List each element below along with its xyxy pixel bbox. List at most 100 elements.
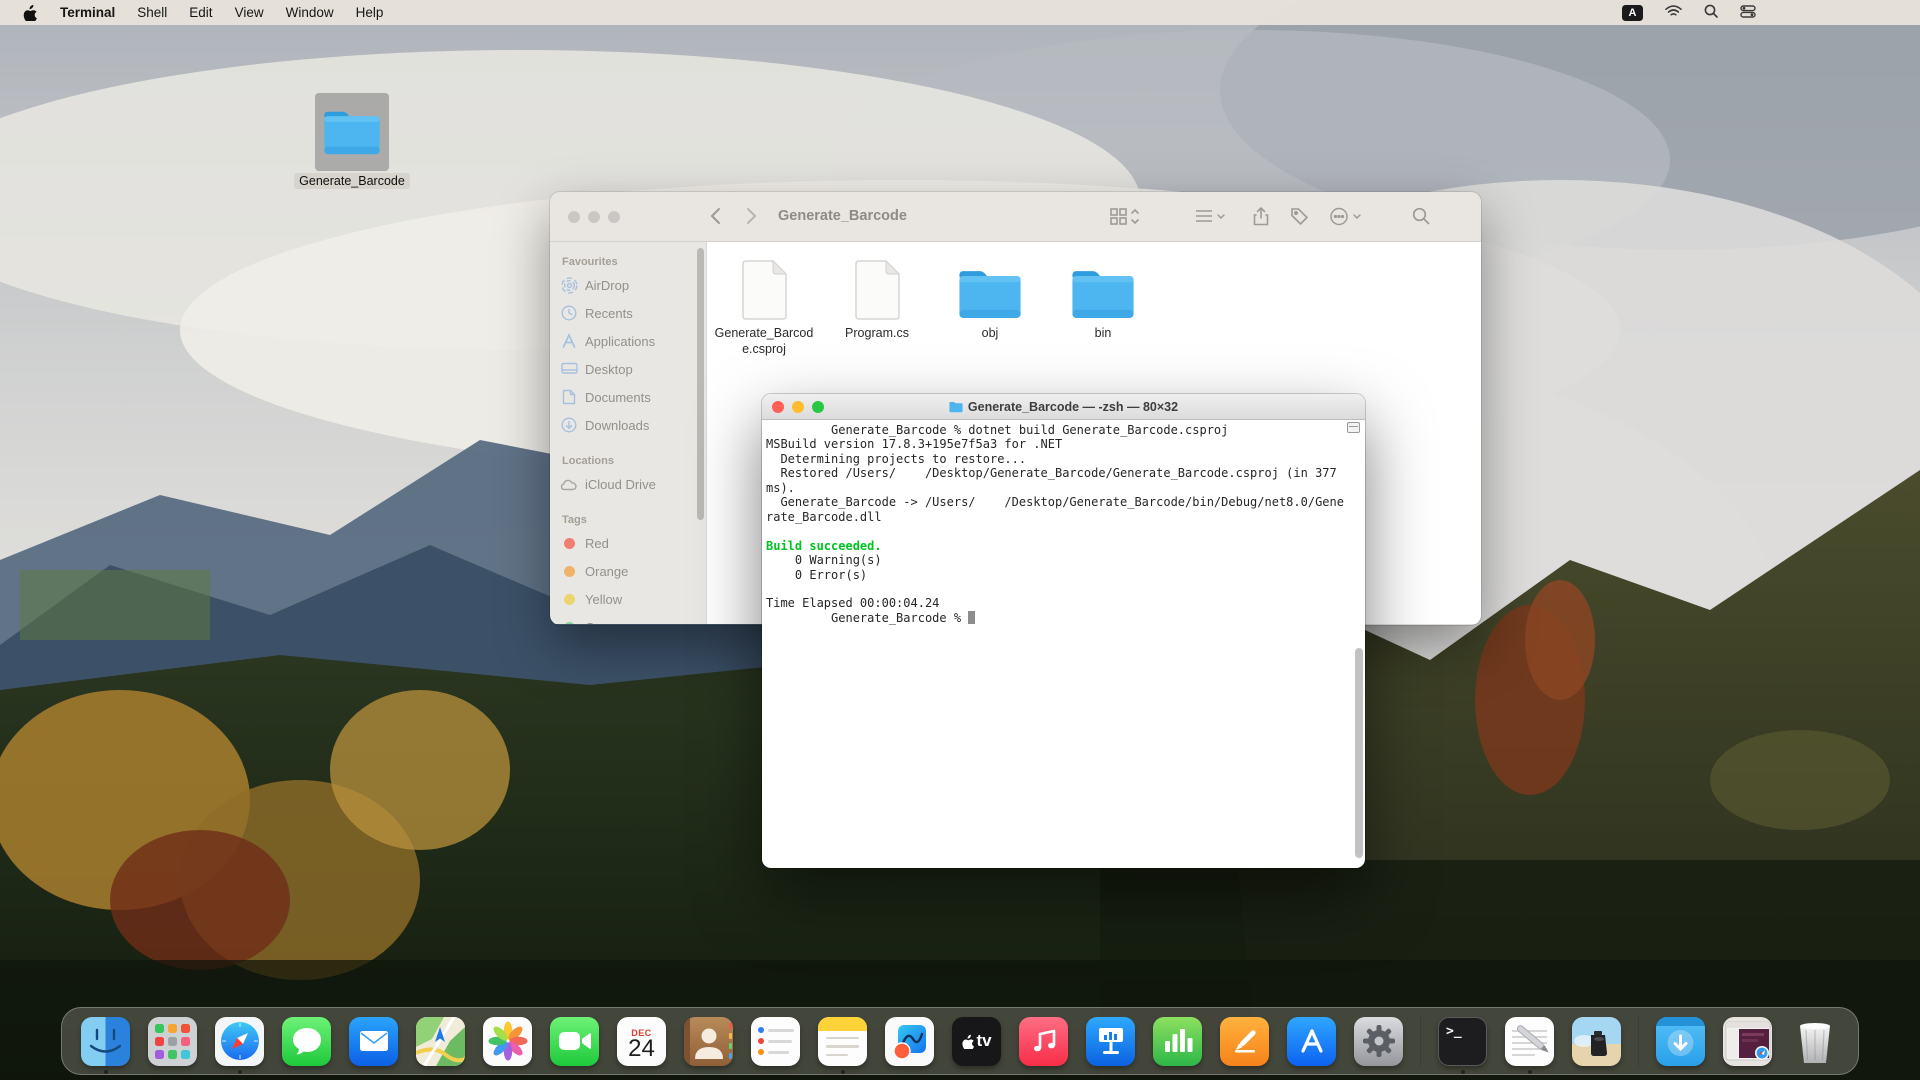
- minimize-button[interactable]: [588, 211, 600, 223]
- dock-keynote[interactable]: [1086, 1017, 1135, 1066]
- sidebar-item-tag-red[interactable]: Red: [560, 529, 706, 557]
- dock-maps[interactable]: [416, 1017, 465, 1066]
- dock-system-settings[interactable]: [1354, 1017, 1403, 1066]
- dock-trash[interactable]: [1790, 1017, 1839, 1066]
- dock-terminal[interactable]: >_: [1438, 1017, 1487, 1066]
- sidebar-heading-tags: Tags: [562, 514, 706, 526]
- terminal-content[interactable]: Generate_Barcode % dotnet build Generate…: [762, 420, 1365, 868]
- dock-downloads[interactable]: [1656, 1017, 1705, 1066]
- dock-notes[interactable]: [818, 1017, 867, 1066]
- icloud-icon: [560, 478, 578, 491]
- menu-shell[interactable]: Shell: [137, 5, 167, 20]
- share-icon[interactable]: [1253, 207, 1269, 231]
- menu-window[interactable]: Window: [286, 5, 334, 20]
- document-icon: [560, 389, 578, 405]
- airdrop-icon: [560, 277, 578, 294]
- tag-orange-dot: [564, 566, 575, 577]
- dock-music[interactable]: [1019, 1017, 1068, 1066]
- sidebar-item-recents[interactable]: Recents: [560, 299, 706, 327]
- dock-textedit[interactable]: [1505, 1017, 1554, 1066]
- dock-reminders[interactable]: [751, 1017, 800, 1066]
- sidebar-item-tag-yellow[interactable]: Yellow: [560, 585, 706, 613]
- menu-edit[interactable]: Edit: [189, 5, 212, 20]
- folder-file-icon: [1070, 254, 1136, 320]
- tag-icon[interactable]: [1290, 207, 1309, 231]
- sidebar-item-documents[interactable]: Documents: [560, 383, 706, 411]
- dock-app-store[interactable]: [1287, 1017, 1336, 1066]
- terminal-line: Generate_Barcode -> /Users/ /Desktop/Gen…: [766, 495, 1355, 509]
- terminal-titlebar[interactable]: Generate_Barcode — -zsh — 80×32: [762, 394, 1365, 420]
- more-actions-icon[interactable]: [1330, 207, 1364, 231]
- sidebar-scrollbar[interactable]: [697, 248, 704, 520]
- dock-contacts[interactable]: [684, 1017, 733, 1066]
- minimize-button[interactable]: [792, 401, 804, 413]
- file-generate-barcode-csproj[interactable]: Generate_Barcode.csproj: [711, 254, 817, 357]
- control-center-icon[interactable]: [1740, 5, 1756, 21]
- menu-help[interactable]: Help: [356, 5, 384, 20]
- terminal-line: Time Elapsed 00:00:04.24: [766, 596, 1355, 610]
- desktop-icon-label: Generate_Barcode: [294, 173, 410, 189]
- dock-divider: [1638, 1016, 1639, 1066]
- document-file-icon: [854, 254, 901, 320]
- sidebar-item-applications[interactable]: Applications: [560, 327, 706, 355]
- launchpad-grid-icon: [155, 1024, 190, 1059]
- terminal-line: [766, 582, 1355, 596]
- sidebar-item-airdrop[interactable]: AirDrop: [560, 271, 706, 299]
- dock-facetime[interactable]: [550, 1017, 599, 1066]
- view-grid-icon[interactable]: [1110, 208, 1140, 230]
- split-pane-button[interactable]: [1347, 422, 1360, 433]
- dock-photos[interactable]: [483, 1017, 532, 1066]
- file-program-cs[interactable]: Program.cs: [824, 254, 930, 342]
- dock-finder[interactable]: [81, 1017, 130, 1066]
- dock-launchpad[interactable]: [148, 1017, 197, 1066]
- close-button[interactable]: [772, 401, 784, 413]
- dock-safari[interactable]: [215, 1017, 264, 1066]
- dock-preview[interactable]: [1572, 1017, 1621, 1066]
- dock-mail[interactable]: [349, 1017, 398, 1066]
- folder-obj[interactable]: obj: [937, 254, 1043, 342]
- dock-minimized-window[interactable]: [1723, 1017, 1772, 1066]
- sidebar-item-icloud-drive[interactable]: iCloud Drive: [560, 470, 706, 498]
- sidebar-item-desktop[interactable]: Desktop: [560, 355, 706, 383]
- desktop-icon-generate-barcode[interactable]: Generate_Barcode: [294, 93, 410, 190]
- close-button[interactable]: [568, 211, 580, 223]
- finder-toolbar: Generate_Barcode: [550, 192, 1481, 242]
- finder-face-icon: [81, 1017, 130, 1066]
- folder-bin[interactable]: bin: [1050, 254, 1156, 342]
- dock-numbers[interactable]: [1153, 1017, 1202, 1066]
- terminal-line: ms).: [766, 481, 1355, 495]
- terminal-prompt-glyph: >_: [1446, 1024, 1462, 1039]
- forward-icon[interactable]: [746, 207, 757, 230]
- search-icon[interactable]: [1412, 207, 1430, 230]
- menu-view[interactable]: View: [235, 5, 264, 20]
- sidebar-item-tag-orange[interactable]: Orange: [560, 557, 706, 585]
- terminal-line: 0 Error(s): [766, 568, 1355, 582]
- sidebar-item-tag-green[interactable]: Green: [560, 613, 706, 624]
- spotlight-search-icon[interactable]: [1704, 4, 1718, 21]
- group-by-icon[interactable]: [1195, 208, 1227, 230]
- running-indicator: [1461, 1070, 1465, 1074]
- input-source-indicator[interactable]: A: [1622, 5, 1643, 21]
- menu-bar: Terminal Shell Edit View Window Help A: [0, 0, 1920, 25]
- wifi-icon[interactable]: [1665, 5, 1682, 21]
- apple-logo-icon: [22, 4, 37, 21]
- running-indicator: [238, 1070, 242, 1074]
- dock-tv[interactable]: tv: [952, 1017, 1001, 1066]
- menu-app-name[interactable]: Terminal: [60, 5, 115, 20]
- dock-pages[interactable]: [1220, 1017, 1269, 1066]
- sidebar-heading-locations: Locations: [562, 455, 706, 467]
- back-icon[interactable]: [710, 207, 721, 230]
- dock-calendar[interactable]: DEC 24: [617, 1017, 666, 1066]
- terminal-line: rate_Barcode.dll: [766, 510, 1355, 524]
- zoom-button[interactable]: [812, 401, 824, 413]
- sidebar-item-downloads[interactable]: Downloads: [560, 411, 706, 439]
- sidebar-heading-favourites: Favourites: [562, 256, 706, 268]
- video-camera-icon: [558, 1030, 592, 1052]
- speech-bubble-icon: [291, 1026, 323, 1056]
- running-indicator: [841, 1070, 845, 1074]
- zoom-button[interactable]: [608, 211, 620, 223]
- dock-freeform[interactable]: [885, 1017, 934, 1066]
- apple-menu[interactable]: [22, 4, 37, 21]
- terminal-scrollbar[interactable]: [1355, 648, 1363, 858]
- dock-messages[interactable]: [282, 1017, 331, 1066]
